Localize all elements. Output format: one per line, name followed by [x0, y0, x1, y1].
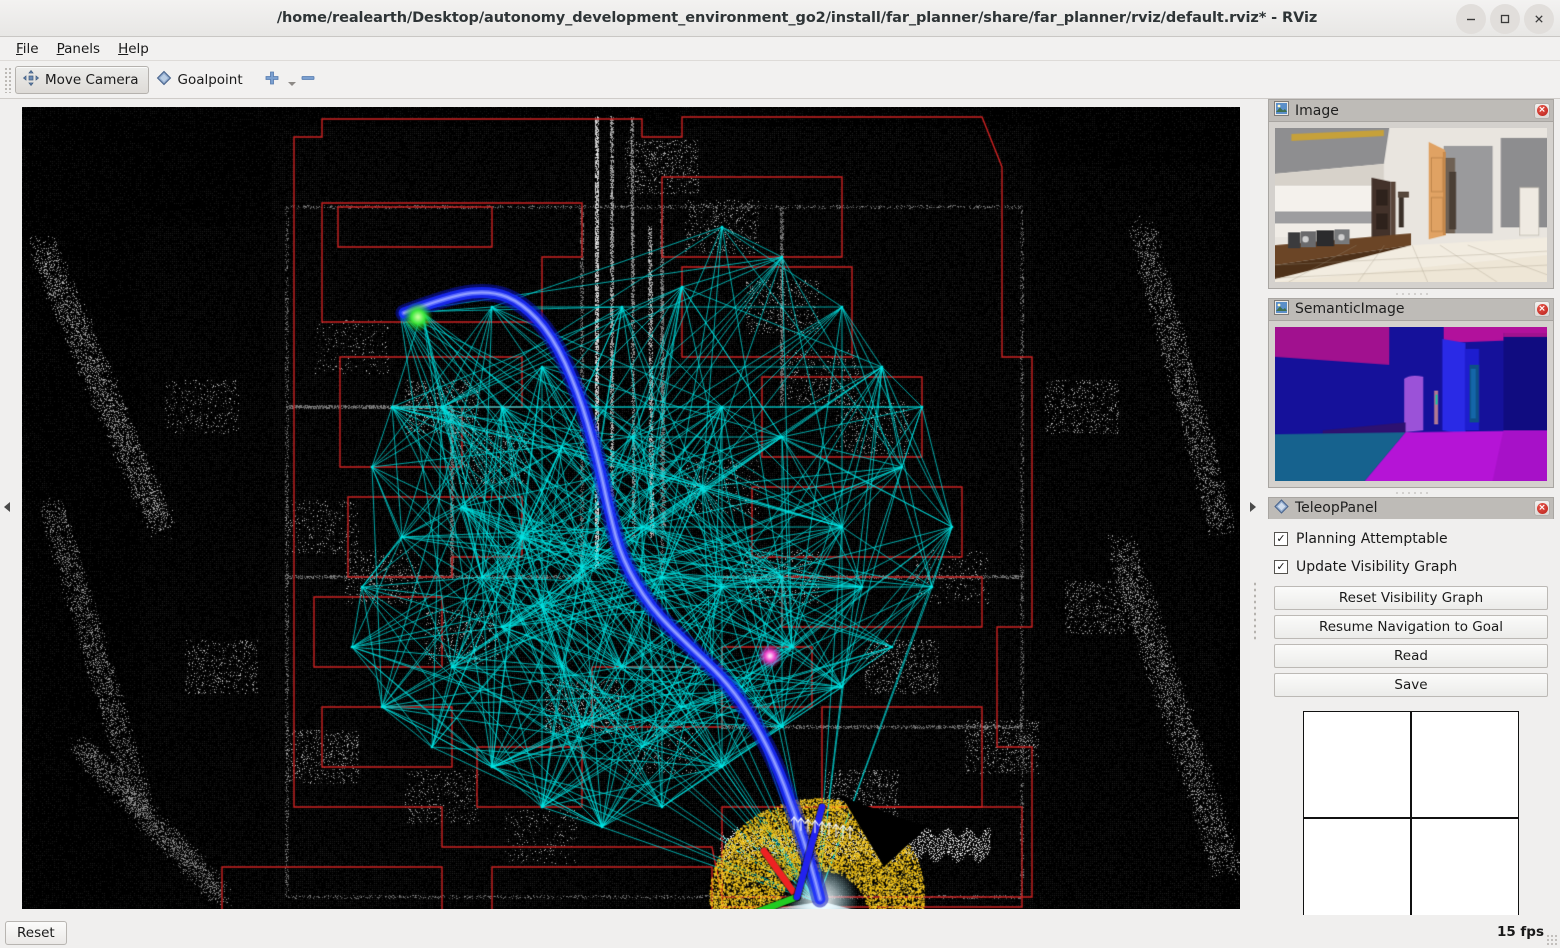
panel-semantic-image: SemanticImage ×: [1268, 297, 1554, 488]
panel-image-header[interactable]: Image ×: [1268, 99, 1554, 121]
close-button[interactable]: [1524, 3, 1554, 34]
separator-dots: [1394, 291, 1428, 295]
checkbox-update-visibility-graph-label: Update Visibility Graph: [1296, 558, 1458, 575]
status-bar: Reset 15 fps: [0, 915, 1560, 948]
camera-image-view[interactable]: [1275, 128, 1547, 282]
checkbox-planning-attemptable-label: Planning Attemptable: [1296, 530, 1448, 547]
move-camera-icon: [22, 69, 40, 91]
toolbar-grip[interactable]: [4, 66, 12, 93]
tool-move-camera-label: Move Camera: [45, 71, 139, 88]
resize-grip[interactable]: [1546, 934, 1558, 946]
panel-image-title: Image: [1295, 102, 1339, 119]
image-panel-icon: [1274, 299, 1289, 319]
joystick-cell-bottom-left[interactable]: [1304, 818, 1411, 925]
checkbox-update-visibility-graph-box[interactable]: ✓: [1274, 559, 1288, 574]
checkbox-update-visibility-graph[interactable]: ✓ Update Visibility Graph: [1274, 553, 1548, 581]
tool-bar: Move Camera Goalpoint: [0, 61, 1560, 99]
panel-teleop-close-button[interactable]: ×: [1534, 500, 1550, 517]
minus-icon: [300, 70, 316, 90]
joystick-cell-bottom-right[interactable]: [1411, 818, 1518, 925]
tool-goalpoint-label: Goalpoint: [177, 71, 243, 88]
panel-image: Image ×: [1268, 99, 1554, 289]
tool-move-camera[interactable]: Move Camera: [15, 65, 150, 94]
menu-file[interactable]: File: [8, 39, 47, 59]
resume-navigation-to-goal-button[interactable]: Resume Navigation to Goal: [1274, 614, 1548, 639]
panel-teleop: TeleopPanel × ✓ Planning Attemptable ✓ U…: [1268, 496, 1554, 926]
panel-teleop-body: ✓ Planning Attemptable ✓ Update Visibili…: [1268, 518, 1554, 926]
plus-icon: [264, 70, 280, 90]
menu-panels[interactable]: Panels: [49, 39, 108, 59]
save-button[interactable]: Save: [1274, 672, 1548, 697]
rviz-scene-canvas[interactable]: [22, 107, 1240, 909]
joystick-cell-top-left[interactable]: [1304, 711, 1411, 819]
reset-button[interactable]: Reset: [5, 921, 67, 945]
panel-separator-2[interactable]: [1268, 488, 1554, 497]
panel-semantic-image-close-button[interactable]: ×: [1534, 301, 1550, 318]
panel-semantic-image-header[interactable]: SemanticImage ×: [1268, 297, 1554, 320]
window-controls: [1456, 0, 1554, 37]
goalpoint-diamond-icon: [156, 70, 172, 90]
image-panel-icon: [1274, 101, 1289, 120]
dock-splitter-handle[interactable]: [1244, 99, 1262, 915]
chevron-left-icon: [4, 502, 10, 512]
panel-teleop-header[interactable]: TeleopPanel ×: [1268, 496, 1554, 519]
panel-semantic-image-title: SemanticImage: [1295, 301, 1405, 318]
right-dock: Image × SemanticImage × TeleopPanel × ✓ …: [1262, 99, 1560, 926]
panel-image-close-button[interactable]: ×: [1534, 102, 1550, 119]
panel-separator-1[interactable]: [1268, 289, 1554, 298]
chevron-right-icon: [1250, 502, 1256, 512]
menu-bar: File Panels Help: [0, 37, 1560, 61]
viewport-area: [0, 99, 1262, 915]
read-button[interactable]: Read: [1274, 643, 1548, 668]
separator-dots: [1394, 490, 1428, 494]
panel-semantic-image-body: [1268, 319, 1554, 488]
checkbox-planning-attemptable[interactable]: ✓ Planning Attemptable: [1274, 525, 1548, 553]
window-title: /home/realearth/Desktop/autonomy_develop…: [276, 10, 1318, 26]
semantic-image-view[interactable]: [1275, 326, 1547, 481]
splitter-grip-dots: [1253, 581, 1257, 641]
joystick-cell-top-right[interactable]: [1411, 711, 1518, 819]
window-titlebar: /home/realearth/Desktop/autonomy_develop…: [0, 0, 1560, 37]
close-icon: ×: [1536, 502, 1548, 514]
fps-label: 15 fps: [1496, 924, 1544, 940]
maximize-button[interactable]: [1490, 3, 1520, 34]
tool-goalpoint[interactable]: Goalpoint: [149, 66, 253, 94]
checkbox-planning-attemptable-box[interactable]: ✓: [1274, 531, 1288, 546]
close-icon: ×: [1536, 303, 1548, 315]
left-panel-collapse-handle[interactable]: [0, 99, 14, 915]
teleop-joystick-grid[interactable]: [1303, 710, 1519, 926]
menu-help[interactable]: Help: [110, 39, 157, 59]
rviz-window: /home/realearth/Desktop/autonomy_develop…: [0, 0, 1560, 948]
teleop-diamond-icon: [1274, 499, 1289, 518]
minimize-button[interactable]: [1456, 3, 1486, 34]
tool-add[interactable]: [254, 66, 290, 94]
rviz-3d-render-view[interactable]: [22, 107, 1240, 909]
panel-image-body: [1268, 121, 1554, 289]
panel-teleop-title: TeleopPanel: [1295, 500, 1378, 517]
close-icon: ×: [1536, 105, 1548, 116]
reset-visibility-graph-button[interactable]: Reset Visibility Graph: [1274, 585, 1548, 610]
tool-remove[interactable]: [290, 66, 326, 94]
toolbar-overflow-arrow[interactable]: [288, 82, 296, 86]
